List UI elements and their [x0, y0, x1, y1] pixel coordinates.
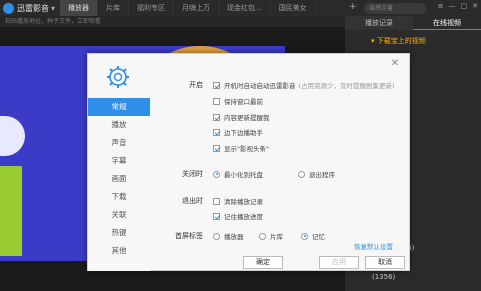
option-play-assistant[interactable]: 边下边播助手: [213, 127, 263, 137]
tab-library[interactable]: 片库: [98, 0, 129, 16]
autostart-label: 开机时自动启动迅雷影音: [224, 82, 296, 90]
autostart-checkbox[interactable]: [213, 81, 220, 89]
tab-online-video[interactable]: 在线视频: [413, 16, 481, 30]
right-panel-tabs: 播放记录 在线视频: [345, 16, 481, 30]
option-headlines[interactable]: 显示"影视头条": [213, 143, 269, 153]
side-item-subtitle[interactable]: 字幕: [88, 152, 150, 170]
window-close-icon[interactable]: ✕: [472, 2, 478, 10]
exit-program-radio[interactable]: [298, 170, 305, 178]
tab-strip: 播放器 片库 福利专区 月嗨上万 现金红包... 国民美女: [60, 0, 316, 16]
apply-button[interactable]: 应用: [319, 256, 359, 269]
exit-program-label: 退出程序: [309, 171, 335, 179]
side-item-hotkeys[interactable]: 热键: [88, 224, 150, 242]
settings-dialog: ✕ 常规 播放 声音 字幕 画面 下载 关联 热键 其他 开启 开机时自动启动迅…: [87, 53, 410, 271]
settings-sidebar: 常规 播放 声音 字幕 画面 下载 关联 热键 其他: [88, 98, 150, 271]
option-remember-progress[interactable]: 记住播放进度: [213, 211, 263, 221]
option-tab-player[interactable]: 播放器: [213, 231, 244, 241]
add-tab-icon[interactable]: +: [344, 2, 362, 12]
video-list-item[interactable]: (1356): [372, 273, 395, 281]
minimize-tray-radio[interactable]: [213, 170, 220, 178]
menu-icon[interactable]: ≡: [438, 2, 444, 10]
side-item-other[interactable]: 其他: [88, 242, 150, 260]
clear-history-checkbox[interactable]: [213, 197, 220, 205]
headlines-checkbox[interactable]: [213, 144, 220, 152]
always-on-top-label: 保持窗口最前: [224, 98, 263, 106]
minimize-tray-label: 最小化到托盘: [224, 171, 263, 179]
app-logo[interactable]: 迅雷影音 ▾: [0, 0, 60, 16]
autostart-hint: (占用资源少，及时提醒剧集更新): [298, 82, 395, 90]
tab-beauty[interactable]: 国民美女: [271, 0, 316, 16]
tab-library-radio[interactable]: [259, 232, 266, 240]
tab-library-label: 片库: [270, 233, 283, 241]
settings-content: 开启 开机时自动启动迅雷影音 (占用资源少，及时提醒剧集更新) 保持窗口最前 内…: [151, 54, 409, 270]
section-first-tab: 首屏标签: [175, 232, 203, 240]
tab-player-radio[interactable]: [213, 232, 220, 240]
remember-progress-label: 记住播放进度: [224, 213, 263, 221]
side-item-association[interactable]: 关联: [88, 206, 150, 224]
xunlei-logo-icon: [3, 2, 14, 14]
option-update-reminder[interactable]: 内容更新提醒我: [213, 112, 270, 122]
update-reminder-checkbox[interactable]: [213, 113, 220, 121]
update-reminder-label: 内容更新提醒我: [224, 114, 270, 122]
play-assistant-checkbox[interactable]: [213, 128, 220, 136]
option-autostart[interactable]: 开机时自动启动迅雷影音 (占用资源少，及时提醒剧集更新): [213, 80, 395, 90]
play-assistant-label: 边下边播助手: [224, 129, 263, 137]
side-item-playback[interactable]: 播放: [88, 116, 150, 134]
tab-redpacket[interactable]: 现金红包...: [219, 0, 271, 16]
section-startup: 开启: [189, 81, 203, 89]
tab-player[interactable]: 播放器: [60, 0, 98, 16]
section-exit: 退出时: [182, 197, 203, 205]
tab-memory-label: 记忆: [312, 233, 325, 241]
remember-progress-checkbox[interactable]: [213, 212, 220, 220]
poster-bubble: [0, 116, 25, 156]
url-input[interactable]: 粘贴播放地址，种子文件，立即观看: [0, 16, 345, 27]
headlines-label: 显示"影视头条": [224, 145, 269, 153]
tab-welfare[interactable]: 福利专区: [129, 0, 174, 16]
app-title: 迅雷影音: [17, 3, 49, 13]
side-item-download[interactable]: 下载: [88, 188, 150, 206]
tab-player-label: 播放器: [224, 233, 244, 241]
minimize-icon[interactable]: —: [449, 2, 456, 10]
section-close: 关闭时: [182, 170, 203, 178]
maximize-icon[interactable]: □: [461, 2, 468, 10]
option-tab-memory[interactable]: 记忆: [301, 231, 325, 241]
always-on-top-checkbox[interactable]: [213, 97, 220, 105]
ok-button[interactable]: 确定: [243, 256, 283, 269]
restore-defaults-link[interactable]: 恢复默认设置: [354, 241, 393, 251]
option-exit-program[interactable]: 退出程序: [298, 169, 335, 179]
title-bar: 迅雷影音 ▾ 播放器 片库 福利专区 月嗨上万 现金红包... 国民美女 + 自…: [0, 0, 481, 16]
option-tab-library[interactable]: 片库: [259, 231, 283, 241]
download-box-header[interactable]: ▾ 下载宝上的视频: [345, 30, 481, 46]
tab-monthly[interactable]: 月嗨上万: [174, 0, 219, 16]
tab-play-history[interactable]: 播放记录: [345, 16, 413, 30]
top-search-input[interactable]: 自然灾害: [364, 3, 426, 14]
clear-history-label: 清除播放记录: [224, 198, 263, 206]
option-always-on-top[interactable]: 保持窗口最前: [213, 96, 263, 106]
window-controls: ≡ — □ ✕: [438, 2, 478, 10]
tab-memory-radio[interactable]: [301, 232, 308, 240]
option-minimize-tray[interactable]: 最小化到托盘: [213, 169, 263, 179]
poster-green-block: [0, 166, 22, 256]
chevron-down-icon: ▾: [51, 3, 56, 13]
cancel-button[interactable]: 取消: [365, 256, 405, 269]
side-item-general[interactable]: 常规: [88, 98, 150, 116]
option-clear-history[interactable]: 清除播放记录: [213, 196, 263, 206]
side-item-audio[interactable]: 声音: [88, 134, 150, 152]
side-item-picture[interactable]: 画面: [88, 170, 150, 188]
gear-icon: [107, 66, 129, 88]
